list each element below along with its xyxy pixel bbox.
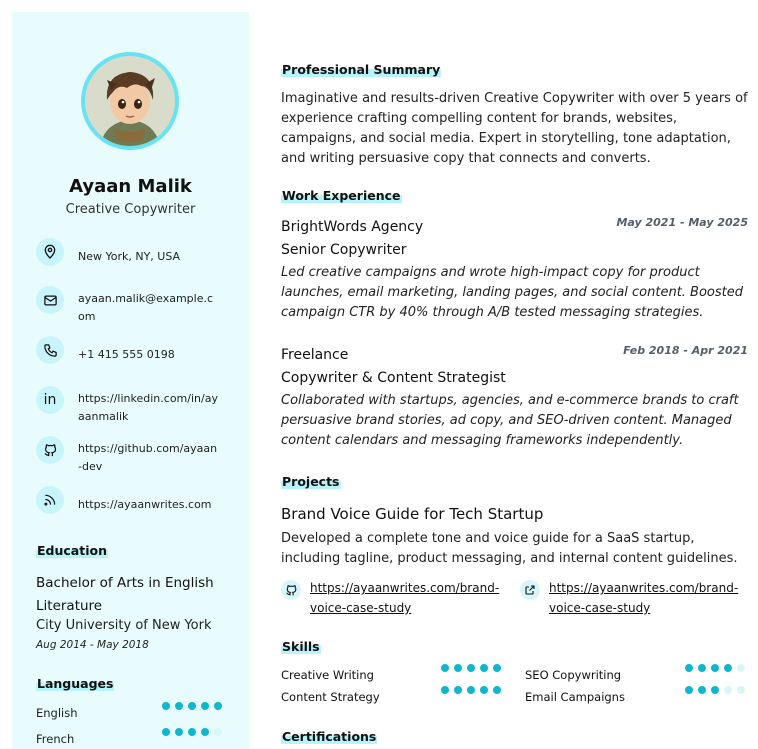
contact-linkedin: in https://linkedin.com/in/ayaanmalik bbox=[36, 386, 236, 426]
github-icon bbox=[36, 436, 64, 464]
rating-dot bbox=[480, 686, 488, 694]
language-french-rating bbox=[162, 728, 222, 736]
profile-role: Creative Copywriter bbox=[65, 202, 196, 217]
contact-linkedin-text[interactable]: https://linkedin.com/in/ayaanmalik bbox=[78, 386, 218, 426]
profile-name: Ayaan Malik bbox=[69, 176, 192, 197]
contact-email: ayaan.malik@example.com bbox=[36, 286, 236, 326]
mail-icon bbox=[36, 286, 64, 314]
project-live-link[interactable]: https://ayaanwrites.com/brand-voice-case… bbox=[520, 578, 744, 618]
rating-dot bbox=[201, 728, 209, 736]
job-title: Senior Copywriter bbox=[281, 242, 407, 258]
job-dates: May 2021 - May 2025 bbox=[616, 216, 748, 229]
project-repo-link[interactable]: https://ayaanwrites.com/brand-voice-case… bbox=[281, 578, 505, 618]
languages-heading: Languages bbox=[36, 676, 115, 691]
skill-name: Content Strategy bbox=[281, 690, 380, 704]
skill-name: Email Campaigns bbox=[525, 690, 625, 704]
job-title: Copywriter & Content Strategist bbox=[281, 370, 506, 386]
rating-dot bbox=[188, 728, 196, 736]
rating-dot bbox=[188, 702, 196, 710]
education-heading: Education bbox=[36, 543, 108, 558]
rating-dot bbox=[175, 728, 183, 736]
project-live-url[interactable]: https://ayaanwrites.com/brand-voice-case… bbox=[549, 578, 744, 618]
rating-dot bbox=[175, 702, 183, 710]
skill-name: SEO Copywriting bbox=[525, 668, 622, 682]
rating-dot bbox=[685, 664, 693, 672]
project-repo-url[interactable]: https://ayaanwrites.com/brand-voice-case… bbox=[310, 578, 505, 618]
skill-name: Creative Writing bbox=[281, 668, 374, 682]
summary-text: Imaginative and results-driven Creative … bbox=[281, 91, 748, 166]
rating-dot bbox=[162, 728, 170, 736]
rating-dot bbox=[441, 686, 449, 694]
summary-heading: Professional Summary bbox=[281, 62, 442, 77]
phone-icon bbox=[36, 336, 64, 364]
rating-dot bbox=[214, 728, 222, 736]
rating-dot bbox=[162, 702, 170, 710]
rating-dot bbox=[711, 686, 719, 694]
rss-icon bbox=[36, 486, 64, 514]
linkedin-icon: in bbox=[36, 386, 64, 414]
job-company: BrightWords Agency bbox=[281, 219, 424, 235]
contact-github: https://github.com/ayaan-dev bbox=[36, 436, 236, 476]
projects-heading: Projects bbox=[281, 474, 341, 489]
rating-dot bbox=[454, 686, 462, 694]
contact-website-text[interactable]: https://ayaanwrites.com bbox=[78, 486, 218, 514]
job-company: Freelance bbox=[281, 347, 349, 363]
rating-dot bbox=[467, 686, 475, 694]
contact-github-text[interactable]: https://github.com/ayaan-dev bbox=[78, 436, 218, 476]
education-degree: Bachelor of Arts in English Literature bbox=[36, 575, 214, 614]
skill-rating bbox=[685, 686, 745, 694]
job-description: Led creative campaigns and wrote high-im… bbox=[281, 265, 744, 320]
contact-location-text: New York, NY, USA bbox=[78, 250, 181, 263]
avatar-illustration bbox=[85, 56, 175, 146]
skill-rating bbox=[685, 664, 745, 672]
rating-dot bbox=[711, 664, 719, 672]
rating-dot bbox=[698, 686, 706, 694]
rating-dot bbox=[214, 702, 222, 710]
external-link-icon bbox=[520, 580, 540, 600]
education-dates: Aug 2014 - May 2018 bbox=[36, 639, 149, 651]
contact-phone-text[interactable]: +1 415 555 0198 bbox=[78, 336, 218, 364]
rating-dot bbox=[737, 664, 745, 672]
rating-dot bbox=[724, 664, 732, 672]
language-english-rating bbox=[162, 702, 222, 710]
rating-dot bbox=[493, 664, 501, 672]
rating-dot bbox=[737, 686, 745, 694]
contact-phone: +1 415 555 0198 bbox=[36, 336, 236, 364]
avatar bbox=[81, 52, 179, 150]
project-description: Developed a complete tone and voice guid… bbox=[281, 531, 738, 566]
rating-dot bbox=[454, 664, 462, 672]
sidebar: Ayaan Malik Creative Copywriter New York… bbox=[12, 12, 249, 749]
skills-heading: Skills bbox=[281, 639, 321, 654]
rating-dot bbox=[441, 664, 449, 672]
project-title: Brand Voice Guide for Tech Startup bbox=[281, 505, 544, 523]
contact-website: https://ayaanwrites.com bbox=[36, 486, 236, 514]
location-icon bbox=[36, 238, 64, 266]
job-dates: Feb 2018 - Apr 2021 bbox=[623, 344, 748, 357]
rating-dot bbox=[480, 664, 488, 672]
rating-dot bbox=[685, 686, 693, 694]
github-icon bbox=[281, 580, 301, 600]
rating-dot bbox=[724, 686, 732, 694]
rating-dot bbox=[201, 702, 209, 710]
rating-dot bbox=[467, 664, 475, 672]
skill-rating bbox=[441, 664, 501, 672]
experience-heading: Work Experience bbox=[281, 188, 402, 203]
contact-location: New York, NY, USA bbox=[36, 238, 236, 266]
rating-dot bbox=[698, 664, 706, 672]
certifications-heading: Certifications bbox=[281, 729, 378, 744]
education-school: City University of New York bbox=[36, 618, 212, 633]
skill-rating bbox=[441, 686, 501, 694]
contact-email-text[interactable]: ayaan.malik@example.com bbox=[78, 286, 218, 326]
rating-dot bbox=[493, 686, 501, 694]
job-description: Collaborated with startups, agencies, an… bbox=[281, 393, 739, 448]
